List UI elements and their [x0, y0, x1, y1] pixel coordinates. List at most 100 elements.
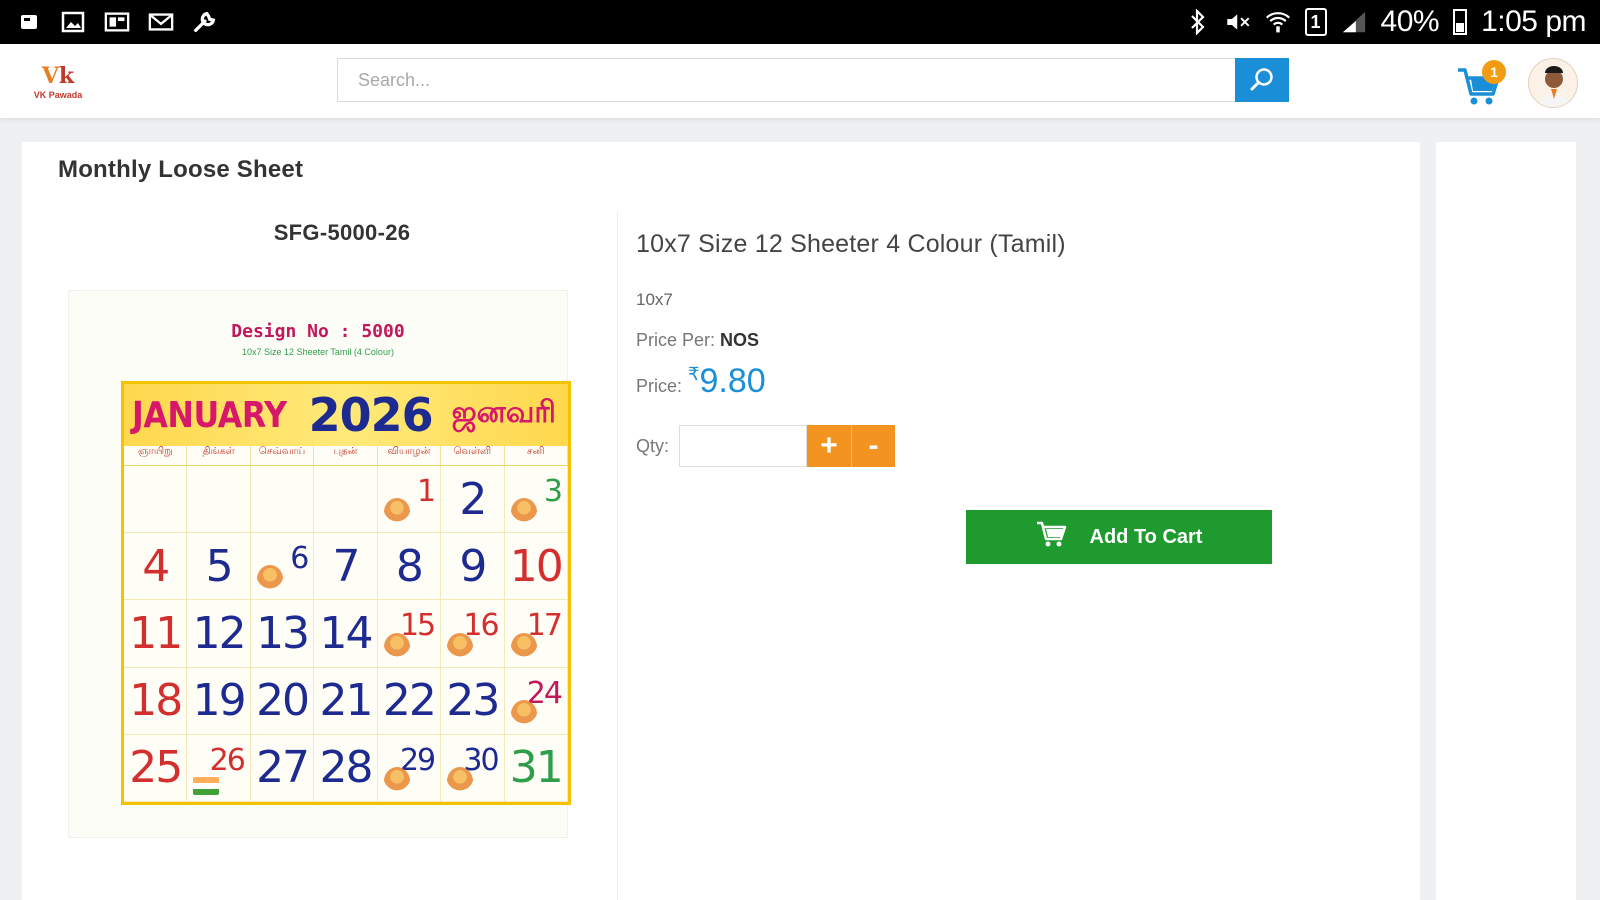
calendar-day: 11	[124, 600, 188, 668]
image-icon	[60, 10, 86, 34]
calendar-day: 30	[441, 734, 505, 802]
cart-button[interactable]: 1	[1456, 60, 1506, 108]
logo-text: VK Pawada	[33, 89, 83, 100]
calendar-day: 25	[124, 734, 188, 802]
weekday: புதன்	[314, 446, 378, 465]
add-to-cart-button[interactable]: Add To Cart	[966, 510, 1272, 564]
product-sku: SFG-5000-26	[273, 220, 411, 245]
sim-indicator: 1	[1304, 8, 1327, 36]
price-value: ₹9.80	[688, 362, 766, 401]
app-notification-icon	[16, 10, 42, 34]
product-name: 10x7 Size 12 Sheeter 4 Colour (Tamil)	[636, 230, 1066, 258]
calendar-day: 22	[377, 667, 442, 735]
calendar-day: 2	[441, 466, 505, 534]
calendar-day: 26	[187, 734, 251, 802]
calendar-day: 17	[504, 600, 568, 668]
calendar-month-tamil: ஜனவரி	[451, 396, 556, 429]
price-per: Price Per: NOS	[636, 330, 759, 351]
weekday: திங்கள்	[187, 446, 251, 465]
currency-symbol: ₹	[688, 364, 700, 384]
calendar-header: JANUARY 2026 ஜனவரி	[124, 384, 568, 446]
calendar-day: 3	[504, 466, 568, 534]
battery-percent: 40%	[1380, 5, 1440, 38]
calendar-notes	[250, 466, 315, 534]
deity-image	[447, 766, 474, 795]
calendar-notes	[314, 466, 378, 534]
mute-icon	[1225, 10, 1251, 34]
calendar-day: 29	[377, 734, 442, 802]
day-number: 3	[543, 474, 563, 509]
search-icon	[1249, 66, 1275, 95]
calendar-day: 19	[187, 667, 251, 735]
deity-image	[383, 766, 410, 795]
flag-image	[193, 776, 220, 795]
qty-minus-button[interactable]: -	[851, 425, 896, 467]
calendar-sheet: JANUARY 2026 ஜனவரி ஞாயிறு திங்கள் செவ்வா…	[121, 381, 571, 805]
search-input[interactable]	[337, 58, 1235, 102]
price-per-label: Price Per:	[636, 330, 721, 350]
qty-label: Qty:	[636, 435, 670, 456]
product-size: 10x7	[636, 290, 673, 309]
calendar-day: 6	[250, 533, 315, 601]
deity-image	[256, 565, 283, 594]
wrench-icon	[192, 10, 218, 34]
qty-plus-button[interactable]: +	[807, 425, 852, 467]
calendar-day: 16	[441, 600, 505, 668]
system-status: 1 40% 1:05 pm	[1185, 5, 1586, 39]
calendar-day: 1	[377, 466, 442, 534]
calendar-day: 21	[314, 667, 378, 735]
day-number: 26	[209, 742, 246, 778]
price-per-unit: NOS	[720, 330, 760, 350]
calendar-day: 13	[250, 600, 315, 668]
deity-image	[510, 699, 537, 728]
calendar-day: 15	[377, 600, 442, 668]
search-button[interactable]	[1235, 58, 1289, 102]
deity-image	[510, 498, 537, 527]
clock: 1:05 pm	[1481, 5, 1586, 38]
calendar-day: 23	[441, 667, 505, 735]
cart-icon	[1036, 520, 1068, 554]
mail-icon	[148, 10, 174, 34]
design-number: Design No : 5000	[231, 321, 405, 342]
qty-input[interactable]	[679, 425, 808, 467]
wifi-icon	[1265, 10, 1291, 34]
product-card: Monthly Loose Sheet SFG-5000-26 Design N…	[22, 142, 1420, 900]
calendar-day: 8	[377, 533, 442, 601]
site-logo[interactable]: Vk VK Pawada	[20, 56, 96, 108]
user-avatar[interactable]	[1528, 58, 1578, 108]
calendar-day: 9	[441, 533, 505, 601]
notification-icons	[16, 10, 218, 34]
calendar-weekdays: ஞாயிறு திங்கள் செவ்வாய் புதன் வியாழன் வெ…	[124, 446, 568, 466]
column-divider	[617, 210, 618, 900]
weekday: செவ்வாய்	[251, 446, 315, 465]
calendar-day: 4	[124, 533, 188, 601]
battery-icon	[1453, 9, 1468, 35]
quantity-row: Qty: + -	[636, 425, 896, 467]
price-row: Price: ₹9.80	[636, 362, 766, 401]
calendar-notes	[124, 466, 188, 534]
weekday: ஞாயிறு	[124, 446, 188, 465]
bluetooth-icon	[1185, 9, 1211, 35]
calendar-day: 7	[314, 533, 378, 601]
calendar-notes	[187, 466, 251, 534]
deity-image	[383, 498, 410, 527]
deity-image	[447, 632, 474, 661]
calendar-day: 27	[250, 734, 315, 802]
design-subtitle: 10x7 Size 12 Sheeter Tamil (4 Colour)	[242, 347, 394, 357]
app-header: Vk VK Pawada 1	[0, 44, 1600, 119]
calendar-day: 12	[187, 600, 251, 668]
weekday: வெள்ளி	[441, 446, 505, 465]
signal-icon	[1341, 10, 1367, 34]
side-panel	[1436, 142, 1576, 900]
gallery-icon	[104, 10, 130, 34]
deity-image	[383, 632, 410, 661]
calendar-grid: 1 2 3 4 5 6 7 8 9 10 11 12 13 14 15 16 1…	[124, 466, 568, 802]
weekday: வியாழன்	[378, 446, 442, 465]
cart-count-badge: 1	[1482, 60, 1506, 84]
deity-image	[510, 632, 537, 661]
calendar-day: 10	[504, 533, 568, 601]
calendar-day: 20	[250, 667, 315, 735]
product-image[interactable]: Design No : 5000 10x7 Size 12 Sheeter Ta…	[68, 290, 571, 838]
search-bar	[337, 58, 1289, 102]
price-amount: 9.80	[699, 362, 766, 400]
